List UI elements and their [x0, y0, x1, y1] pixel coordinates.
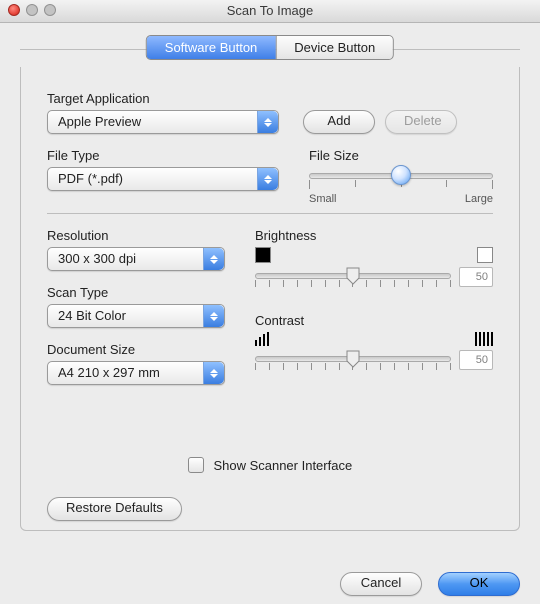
slider-knob-icon[interactable]: [346, 350, 360, 368]
chevron-updown-icon: [257, 168, 278, 190]
brightness-slider[interactable]: [255, 267, 451, 295]
target-application-select[interactable]: Apple Preview: [47, 110, 279, 134]
minimize-icon: [26, 4, 38, 16]
brightness-dark-icon: [255, 247, 271, 263]
divider: [47, 213, 493, 214]
ok-button[interactable]: OK: [438, 572, 520, 596]
resolution-value: 300 x 300 dpi: [58, 251, 136, 266]
resolution-select[interactable]: 300 x 300 dpi: [47, 247, 225, 271]
close-icon[interactable]: [8, 4, 20, 16]
chevron-updown-icon: [257, 111, 278, 133]
contrast-value[interactable]: 50: [459, 350, 493, 370]
tab-bar: Software Button Device Button: [146, 35, 394, 60]
slider-knob-icon[interactable]: [391, 165, 411, 185]
chevron-updown-icon: [203, 248, 224, 270]
contrast-high-icon: [475, 332, 493, 346]
document-size-select[interactable]: A4 210 x 297 mm: [47, 361, 225, 385]
cancel-button[interactable]: Cancel: [340, 572, 422, 596]
tab-software-button[interactable]: Software Button: [147, 36, 276, 59]
tab-device-button[interactable]: Device Button: [276, 36, 393, 59]
zoom-icon: [44, 4, 56, 16]
label-brightness: Brightness: [255, 228, 493, 243]
file-type-value: PDF (*.pdf): [58, 171, 123, 186]
delete-button: Delete: [385, 110, 457, 134]
brightness-light-icon: [477, 247, 493, 263]
target-application-value: Apple Preview: [58, 114, 141, 129]
scan-type-value: 24 Bit Color: [58, 308, 126, 323]
label-resolution: Resolution: [47, 228, 225, 243]
add-button[interactable]: Add: [303, 110, 375, 134]
chevron-updown-icon: [203, 362, 224, 384]
contrast-slider[interactable]: [255, 350, 451, 378]
label-scan-type: Scan Type: [47, 285, 225, 300]
label-file-type: File Type: [47, 148, 279, 163]
file-size-slider[interactable]: [309, 167, 493, 195]
window-titlebar: Scan To Image: [0, 0, 540, 23]
label-show-scanner: Show Scanner Interface: [213, 458, 352, 473]
label-contrast: Contrast: [255, 313, 493, 328]
label-file-size: File Size: [309, 148, 493, 163]
label-document-size: Document Size: [47, 342, 225, 357]
scan-type-select[interactable]: 24 Bit Color: [47, 304, 225, 328]
file-type-select[interactable]: PDF (*.pdf): [47, 167, 279, 191]
window-title: Scan To Image: [227, 3, 313, 18]
document-size-value: A4 210 x 297 mm: [58, 365, 160, 380]
brightness-value[interactable]: 50: [459, 267, 493, 287]
window-traffic-lights: [8, 4, 56, 16]
slider-knob-icon[interactable]: [346, 267, 360, 285]
label-target-application: Target Application: [47, 91, 493, 106]
contrast-low-icon: [255, 332, 269, 346]
restore-defaults-button[interactable]: Restore Defaults: [47, 497, 182, 521]
chevron-updown-icon: [203, 305, 224, 327]
settings-panel: Target Application Apple Preview Add Del…: [20, 67, 520, 531]
show-scanner-checkbox[interactable]: [188, 457, 204, 473]
